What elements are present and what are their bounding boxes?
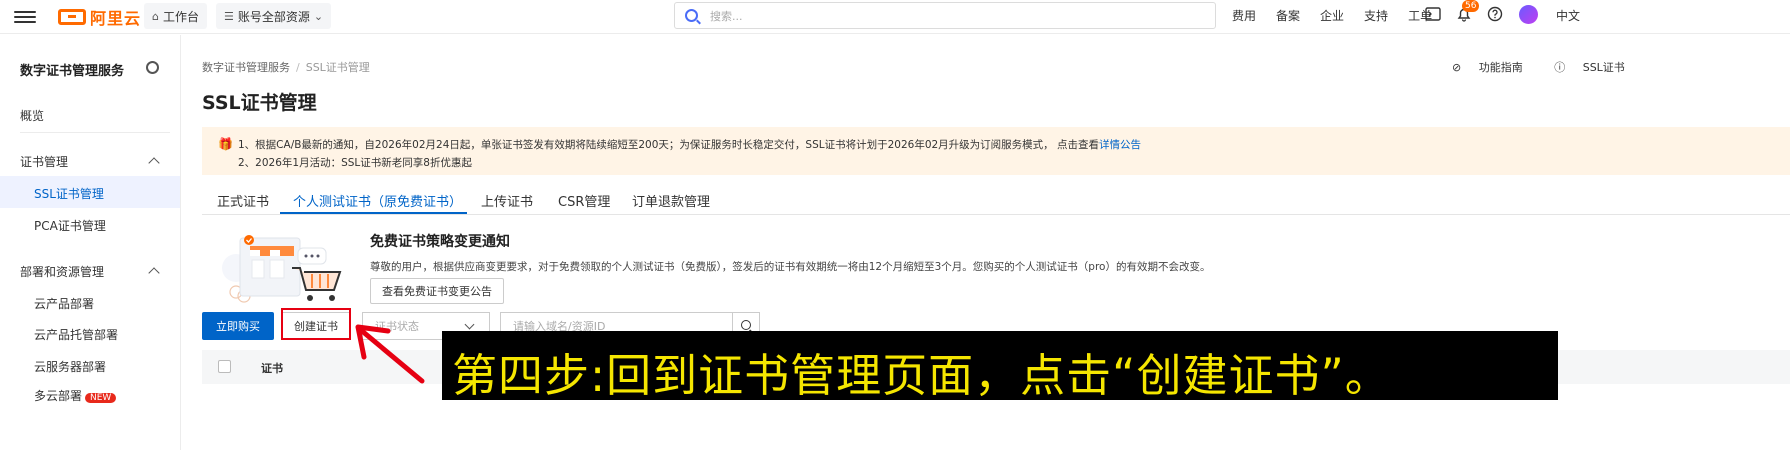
search-placeholder: 搜索... <box>710 9 743 23</box>
ssl-help-label: SSL证书 <box>1582 61 1625 74</box>
sidebar-group-deploy[interactable]: 部署和资源管理 <box>20 263 104 280</box>
active-tab-underline <box>280 212 467 214</box>
avatar[interactable] <box>1519 5 1538 24</box>
sidebar-divider <box>20 132 170 133</box>
view-announcement-button[interactable]: 查看免费证书变更公告 <box>370 278 504 304</box>
sidebar-item-pca[interactable]: PCA证书管理 <box>34 217 106 234</box>
resources-dropdown[interactable]: ☰ 账号全部资源 ⌄ <box>216 3 332 29</box>
link-support[interactable]: 支持 <box>1364 7 1388 24</box>
promo-description: 尊敬的用户，根据供应商变更要求，对于免费领取的个人测试证书（免费版），签发后的证… <box>370 261 1211 273</box>
aliyun-logo[interactable]: 阿里云 <box>58 6 141 28</box>
sidebar-title: 数字证书管理服务 <box>20 64 125 79</box>
workbench-label: 工作台 <box>162 9 199 24</box>
search-icon <box>741 320 751 330</box>
notice-line-1: 1、根据CA/B最新的通知，自2026年02月24日起，单张证书签发有效期将陆续… <box>238 137 1141 152</box>
breadcrumb-root[interactable]: 数字证书管理服务 <box>202 61 290 74</box>
notice-detail-link[interactable]: 详情公告 <box>1099 139 1141 151</box>
red-arrow-annotation <box>355 324 425 384</box>
chevron-down-icon <box>464 319 475 330</box>
link-billing[interactable]: 费用 <box>1232 7 1256 24</box>
aliyun-logo-mark <box>58 9 86 25</box>
breadcrumb: 数字证书管理服务 / SSL证书管理 <box>202 59 370 75</box>
home-icon: ⌂ <box>152 9 159 23</box>
workbench-button[interactable]: ⌂ 工作台 <box>144 3 207 29</box>
language-switch[interactable]: 中文 <box>1556 7 1580 24</box>
notice-banner: 🎁 1、根据CA/B最新的通知，自2026年02月24日起，单张证书签发有效期将… <box>202 127 1790 175</box>
sidebar-group-cert[interactable]: 证书管理 <box>20 153 68 170</box>
sidebar-item-cloud-hosted[interactable]: 云产品托管部署 <box>34 326 118 343</box>
top-navigation-bar: 阿里云 ⌂ 工作台 ☰ 账号全部资源 ⌄ 搜索... 费用 备案 企业 支持 工… <box>0 0 1790 34</box>
create-cert-highlight <box>281 308 351 340</box>
ssl-help-link[interactable]: ⓘ SSL证书 <box>1554 61 1639 74</box>
notice-line-1-text: 1、根据CA/B最新的通知，自2026年02月24日起，单张证书签发有效期将陆续… <box>238 139 1100 151</box>
breadcrumb-current: SSL证书管理 <box>305 61 370 74</box>
tab-upload-cert[interactable]: 上传证书 <box>481 191 533 210</box>
tab-bar: 正式证书 个人测试证书（原免费证书） 上传证书 CSR管理 订单退款管理 <box>202 185 1790 215</box>
tab-refund[interactable]: 订单退款管理 <box>632 191 710 210</box>
help-links: ⊘ 功能指南 ⓘ SSL证书 <box>1452 59 1653 75</box>
gift-icon: 🎁 <box>218 137 233 151</box>
buy-now-button[interactable]: 立即购买 <box>202 312 274 340</box>
sidebar-item-server-deploy[interactable]: 云服务器部署 <box>34 358 106 375</box>
top-links: 费用 备案 企业 支持 工单 <box>1232 0 1452 30</box>
sidebar-item-multi-cloud[interactable]: 多云部署 NEW <box>34 387 117 404</box>
instruction-caption: 第四步:回到证书管理页面，点击“创建证书”。 <box>442 331 1558 402</box>
caption-text: 第四步:回到证书管理页面，点击“创建证书”。 <box>452 349 1391 402</box>
tab-formal-cert[interactable]: 正式证书 <box>217 191 269 210</box>
terminal-icon[interactable] <box>1425 6 1441 22</box>
guide-link[interactable]: ⊘ 功能指南 <box>1452 61 1537 74</box>
page-title: SSL证书管理 <box>202 92 317 114</box>
link-icp[interactable]: 备案 <box>1276 7 1300 24</box>
shop-illustration <box>222 235 342 303</box>
link-enterprise[interactable]: 企业 <box>1320 7 1344 24</box>
sidebar-item-ssl[interactable]: SSL证书管理 <box>34 185 104 202</box>
chevron-down-icon: ⌄ <box>313 9 324 23</box>
chevron-up-icon[interactable] <box>148 267 160 279</box>
sidebar-item-label: 多云部署 <box>34 389 83 403</box>
sidebar: 数字证书管理服务 概览 证书管理 SSL证书管理 PCA证书管理 部署和资源管理… <box>0 35 181 450</box>
notice-line-2: 2、2026年1月活动：SSL证书新老同享8折优惠起 <box>238 157 472 169</box>
list-icon: ☰ <box>224 9 234 23</box>
menu-icon[interactable] <box>14 8 36 26</box>
search-icon <box>685 9 698 22</box>
help-icon: ⓘ <box>1554 61 1569 74</box>
sidebar-item-overview[interactable]: 概览 <box>20 107 44 124</box>
promo-title: 免费证书策略变更通知 <box>370 234 510 250</box>
logo-text: 阿里云 <box>90 9 142 28</box>
tab-csr[interactable]: CSR管理 <box>558 191 610 210</box>
chevron-up-icon[interactable] <box>148 157 160 169</box>
sidebar-item-cloud-deploy[interactable]: 云产品部署 <box>34 295 94 312</box>
guide-icon: ⊘ <box>1452 61 1465 74</box>
breadcrumb-separator: / <box>296 61 300 74</box>
column-header-cert: 证书 <box>261 362 283 375</box>
help-icon[interactable] <box>1487 6 1503 22</box>
gear-icon[interactable] <box>146 61 159 74</box>
search-input[interactable]: 搜索... <box>674 2 1216 29</box>
notification-badge: 56 <box>1462 0 1480 12</box>
resources-label: 账号全部资源 <box>237 9 310 24</box>
select-all-checkbox[interactable] <box>218 360 231 373</box>
new-badge: NEW <box>85 393 117 403</box>
guide-label: 功能指南 <box>1478 61 1523 74</box>
tab-test-cert[interactable]: 个人测试证书（原免费证书） <box>293 191 462 210</box>
